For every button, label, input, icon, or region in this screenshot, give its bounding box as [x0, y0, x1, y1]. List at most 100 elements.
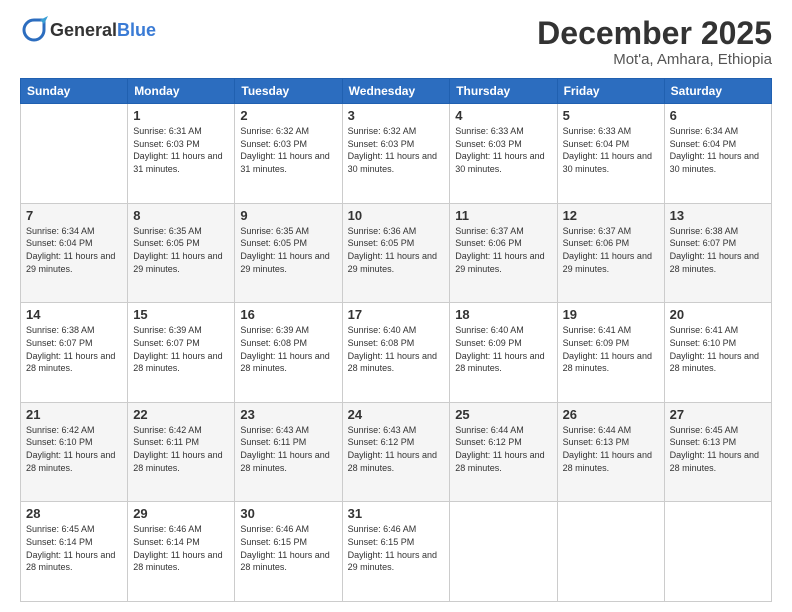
day-number: 29	[133, 506, 229, 521]
calendar-cell: 14 Sunrise: 6:38 AMSunset: 6:07 PMDaylig…	[21, 303, 128, 403]
calendar-week-row: 7 Sunrise: 6:34 AMSunset: 6:04 PMDayligh…	[21, 203, 772, 303]
month-title: December 2025	[537, 16, 772, 51]
calendar-cell: 2 Sunrise: 6:32 AMSunset: 6:03 PMDayligh…	[235, 104, 342, 204]
day-info: Sunrise: 6:36 AMSunset: 6:05 PMDaylight:…	[348, 226, 437, 274]
day-number: 23	[240, 407, 336, 422]
day-info: Sunrise: 6:35 AMSunset: 6:05 PMDaylight:…	[240, 226, 329, 274]
calendar-week-row: 14 Sunrise: 6:38 AMSunset: 6:07 PMDaylig…	[21, 303, 772, 403]
calendar-cell	[21, 104, 128, 204]
day-info: Sunrise: 6:31 AMSunset: 6:03 PMDaylight:…	[133, 126, 222, 174]
calendar-page: GeneralBlue December 2025 Mot'a, Amhara,…	[0, 0, 792, 612]
day-number: 13	[670, 208, 766, 223]
calendar-cell: 20 Sunrise: 6:41 AMSunset: 6:10 PMDaylig…	[664, 303, 771, 403]
day-number: 14	[26, 307, 122, 322]
day-number: 25	[455, 407, 551, 422]
header-monday: Monday	[128, 79, 235, 104]
day-info: Sunrise: 6:39 AMSunset: 6:07 PMDaylight:…	[133, 325, 222, 373]
day-number: 8	[133, 208, 229, 223]
day-number: 21	[26, 407, 122, 422]
header-sunday: Sunday	[21, 79, 128, 104]
calendar-cell: 8 Sunrise: 6:35 AMSunset: 6:05 PMDayligh…	[128, 203, 235, 303]
calendar-cell: 3 Sunrise: 6:32 AMSunset: 6:03 PMDayligh…	[342, 104, 450, 204]
calendar-cell: 24 Sunrise: 6:43 AMSunset: 6:12 PMDaylig…	[342, 402, 450, 502]
calendar-cell: 27 Sunrise: 6:45 AMSunset: 6:13 PMDaylig…	[664, 402, 771, 502]
day-number: 20	[670, 307, 766, 322]
day-info: Sunrise: 6:37 AMSunset: 6:06 PMDaylight:…	[455, 226, 544, 274]
calendar-table: Sunday Monday Tuesday Wednesday Thursday…	[20, 78, 772, 602]
calendar-cell: 10 Sunrise: 6:36 AMSunset: 6:05 PMDaylig…	[342, 203, 450, 303]
day-number: 26	[563, 407, 659, 422]
day-number: 7	[26, 208, 122, 223]
day-info: Sunrise: 6:32 AMSunset: 6:03 PMDaylight:…	[348, 126, 437, 174]
day-number: 19	[563, 307, 659, 322]
day-info: Sunrise: 6:33 AMSunset: 6:04 PMDaylight:…	[563, 126, 652, 174]
day-info: Sunrise: 6:43 AMSunset: 6:12 PMDaylight:…	[348, 425, 437, 473]
calendar-cell: 9 Sunrise: 6:35 AMSunset: 6:05 PMDayligh…	[235, 203, 342, 303]
day-number: 11	[455, 208, 551, 223]
calendar-cell: 30 Sunrise: 6:46 AMSunset: 6:15 PMDaylig…	[235, 502, 342, 602]
header: GeneralBlue December 2025 Mot'a, Amhara,…	[20, 16, 772, 68]
calendar-cell: 1 Sunrise: 6:31 AMSunset: 6:03 PMDayligh…	[128, 104, 235, 204]
location-subtitle: Mot'a, Amhara, Ethiopia	[537, 51, 772, 68]
day-info: Sunrise: 6:41 AMSunset: 6:09 PMDaylight:…	[563, 325, 652, 373]
calendar-cell: 19 Sunrise: 6:41 AMSunset: 6:09 PMDaylig…	[557, 303, 664, 403]
day-info: Sunrise: 6:34 AMSunset: 6:04 PMDaylight:…	[670, 126, 759, 174]
header-friday: Friday	[557, 79, 664, 104]
calendar-cell: 17 Sunrise: 6:40 AMSunset: 6:08 PMDaylig…	[342, 303, 450, 403]
day-number: 30	[240, 506, 336, 521]
header-thursday: Thursday	[450, 79, 557, 104]
calendar-cell: 31 Sunrise: 6:46 AMSunset: 6:15 PMDaylig…	[342, 502, 450, 602]
calendar-cell: 16 Sunrise: 6:39 AMSunset: 6:08 PMDaylig…	[235, 303, 342, 403]
calendar-cell	[664, 502, 771, 602]
day-info: Sunrise: 6:42 AMSunset: 6:11 PMDaylight:…	[133, 425, 222, 473]
day-info: Sunrise: 6:33 AMSunset: 6:03 PMDaylight:…	[455, 126, 544, 174]
day-number: 3	[348, 108, 445, 123]
day-number: 16	[240, 307, 336, 322]
day-info: Sunrise: 6:44 AMSunset: 6:12 PMDaylight:…	[455, 425, 544, 473]
calendar-cell: 26 Sunrise: 6:44 AMSunset: 6:13 PMDaylig…	[557, 402, 664, 502]
calendar-cell	[557, 502, 664, 602]
day-info: Sunrise: 6:46 AMSunset: 6:14 PMDaylight:…	[133, 524, 222, 572]
day-info: Sunrise: 6:39 AMSunset: 6:08 PMDaylight:…	[240, 325, 329, 373]
calendar-cell: 11 Sunrise: 6:37 AMSunset: 6:06 PMDaylig…	[450, 203, 557, 303]
day-number: 2	[240, 108, 336, 123]
day-info: Sunrise: 6:45 AMSunset: 6:13 PMDaylight:…	[670, 425, 759, 473]
header-saturday: Saturday	[664, 79, 771, 104]
day-info: Sunrise: 6:46 AMSunset: 6:15 PMDaylight:…	[240, 524, 329, 572]
days-header-row: Sunday Monday Tuesday Wednesday Thursday…	[21, 79, 772, 104]
day-number: 1	[133, 108, 229, 123]
day-number: 27	[670, 407, 766, 422]
header-tuesday: Tuesday	[235, 79, 342, 104]
calendar-cell: 15 Sunrise: 6:39 AMSunset: 6:07 PMDaylig…	[128, 303, 235, 403]
logo-icon	[20, 16, 48, 44]
day-info: Sunrise: 6:32 AMSunset: 6:03 PMDaylight:…	[240, 126, 329, 174]
day-info: Sunrise: 6:38 AMSunset: 6:07 PMDaylight:…	[670, 226, 759, 274]
day-number: 31	[348, 506, 445, 521]
day-number: 9	[240, 208, 336, 223]
day-info: Sunrise: 6:45 AMSunset: 6:14 PMDaylight:…	[26, 524, 115, 572]
day-info: Sunrise: 6:43 AMSunset: 6:11 PMDaylight:…	[240, 425, 329, 473]
calendar-cell: 28 Sunrise: 6:45 AMSunset: 6:14 PMDaylig…	[21, 502, 128, 602]
calendar-cell: 22 Sunrise: 6:42 AMSunset: 6:11 PMDaylig…	[128, 402, 235, 502]
day-info: Sunrise: 6:44 AMSunset: 6:13 PMDaylight:…	[563, 425, 652, 473]
day-info: Sunrise: 6:40 AMSunset: 6:09 PMDaylight:…	[455, 325, 544, 373]
calendar-week-row: 21 Sunrise: 6:42 AMSunset: 6:10 PMDaylig…	[21, 402, 772, 502]
day-number: 28	[26, 506, 122, 521]
calendar-cell: 29 Sunrise: 6:46 AMSunset: 6:14 PMDaylig…	[128, 502, 235, 602]
logo-general: General	[50, 20, 117, 40]
day-number: 22	[133, 407, 229, 422]
day-number: 6	[670, 108, 766, 123]
calendar-cell: 4 Sunrise: 6:33 AMSunset: 6:03 PMDayligh…	[450, 104, 557, 204]
day-number: 10	[348, 208, 445, 223]
calendar-cell: 21 Sunrise: 6:42 AMSunset: 6:10 PMDaylig…	[21, 402, 128, 502]
logo-text: GeneralBlue	[50, 20, 156, 41]
calendar-cell: 13 Sunrise: 6:38 AMSunset: 6:07 PMDaylig…	[664, 203, 771, 303]
logo: GeneralBlue	[20, 16, 156, 44]
title-block: December 2025 Mot'a, Amhara, Ethiopia	[537, 16, 772, 68]
day-number: 15	[133, 307, 229, 322]
logo-blue: Blue	[117, 20, 156, 40]
calendar-cell: 6 Sunrise: 6:34 AMSunset: 6:04 PMDayligh…	[664, 104, 771, 204]
day-info: Sunrise: 6:34 AMSunset: 6:04 PMDaylight:…	[26, 226, 115, 274]
calendar-cell: 12 Sunrise: 6:37 AMSunset: 6:06 PMDaylig…	[557, 203, 664, 303]
day-info: Sunrise: 6:40 AMSunset: 6:08 PMDaylight:…	[348, 325, 437, 373]
